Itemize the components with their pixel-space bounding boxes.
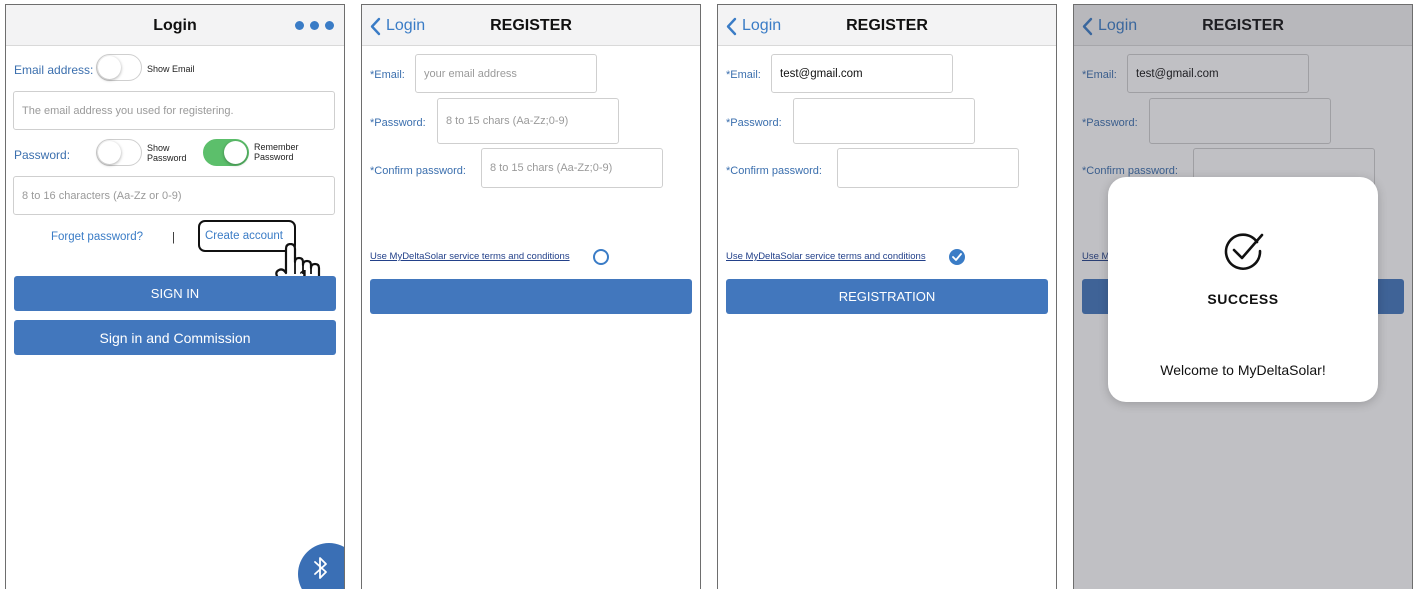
terms-checkbox[interactable] xyxy=(593,249,609,265)
register-screen-success: Login REGISTER *Email: test@gmail.com *P… xyxy=(1073,4,1413,589)
password-label: *Password: xyxy=(370,117,426,129)
email-field[interactable]: your email address xyxy=(415,54,597,93)
email-label: *Email: xyxy=(726,69,761,81)
password-field[interactable]: 8 to 15 chars (Aa-Zz;0-9) xyxy=(437,98,619,144)
bluetooth-button[interactable] xyxy=(298,543,344,589)
email-field[interactable]: The email address you used for registeri… xyxy=(13,91,335,130)
create-account-link[interactable]: Create account xyxy=(205,230,283,242)
more-options-icon[interactable] xyxy=(295,21,334,30)
terms-link[interactable]: Use MyDeltaSolar service terms and condi… xyxy=(370,251,570,262)
register-screen-empty: Login REGISTER *Email: your email addres… xyxy=(361,4,701,589)
remember-password-toggle[interactable] xyxy=(203,139,249,166)
sign-in-button[interactable]: SIGN IN xyxy=(14,276,336,311)
show-email-toggle[interactable] xyxy=(96,54,142,81)
success-title: SUCCESS xyxy=(1207,291,1279,307)
email-field[interactable]: test@gmail.com xyxy=(771,54,953,93)
page-title: Login xyxy=(153,17,197,34)
page-title: REGISTER xyxy=(846,17,928,34)
email-label: *Email: xyxy=(370,69,405,81)
password-field[interactable]: 8 to 16 characters (Aa-Zz or 0-9) xyxy=(13,176,335,215)
show-password-toggle[interactable] xyxy=(96,139,142,166)
success-dialog: SUCCESS Welcome to MyDeltaSolar! xyxy=(1108,177,1378,402)
show-password-label: Show Password xyxy=(147,143,187,163)
login-screen: Login Email address: Show Email The emai… xyxy=(5,4,345,589)
nav-bar: Login xyxy=(6,5,344,46)
forget-password-link[interactable]: Forget password? xyxy=(51,231,143,243)
password-field[interactable] xyxy=(793,98,975,144)
sign-in-commission-button[interactable]: Sign in and Commission xyxy=(14,320,336,355)
email-label: Email address: xyxy=(14,63,94,77)
password-label: *Password: xyxy=(726,117,782,129)
registration-button[interactable]: REGISTRATION xyxy=(726,279,1048,314)
register-screen-filled: Login REGISTER *Email: test@gmail.com *P… xyxy=(717,4,1057,589)
confirm-password-label: *Confirm password: xyxy=(370,165,466,177)
nav-bar: Login REGISTER xyxy=(362,5,700,46)
success-check-icon xyxy=(1224,233,1264,270)
password-label: Password: xyxy=(14,148,71,162)
remember-password-label: Remember Password xyxy=(254,142,299,162)
registration-button[interactable] xyxy=(370,279,692,314)
nav-bar: Login REGISTER xyxy=(718,5,1056,46)
terms-checkbox-checked[interactable] xyxy=(949,249,965,265)
confirm-password-field[interactable] xyxy=(837,148,1019,188)
show-email-label: Show Email xyxy=(147,64,195,74)
welcome-message: Welcome to MyDeltaSolar! xyxy=(1160,362,1326,378)
separator: | xyxy=(172,232,175,244)
confirm-password-field[interactable]: 8 to 15 chars (Aa-Zz;0-9) xyxy=(481,148,663,188)
checkmark-icon xyxy=(952,253,962,261)
page-title: REGISTER xyxy=(490,17,572,34)
terms-link[interactable]: Use MyDeltaSolar service terms and condi… xyxy=(726,251,926,262)
bluetooth-icon xyxy=(314,557,327,579)
confirm-password-label: *Confirm password: xyxy=(726,165,822,177)
